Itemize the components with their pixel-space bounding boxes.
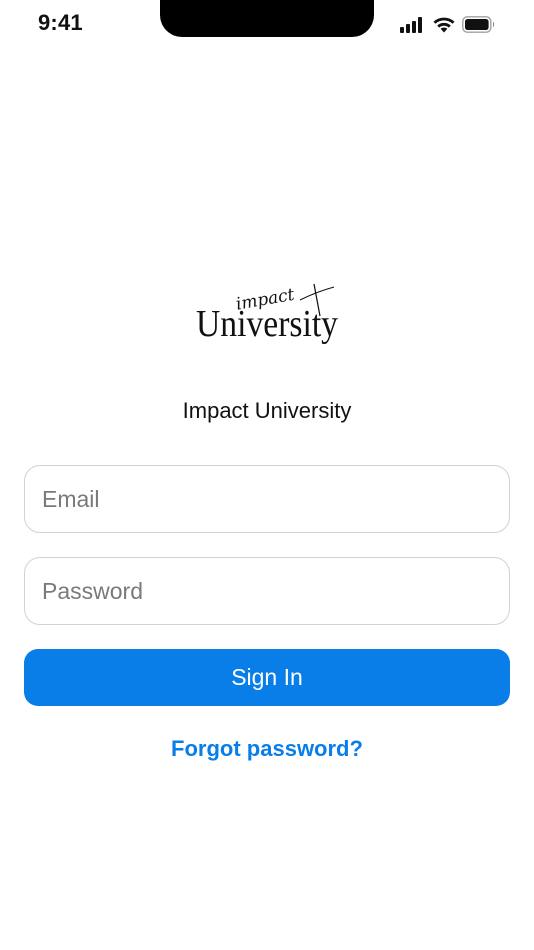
forgot-password-link[interactable]: Forgot password? xyxy=(0,736,534,762)
password-field[interactable] xyxy=(24,557,510,625)
password-input[interactable] xyxy=(25,558,509,624)
login-screen: 9:41 impact University Impact University… xyxy=(0,0,534,950)
status-icons xyxy=(400,16,496,33)
brand-title: Impact University xyxy=(182,398,352,423)
university-logo: impact University xyxy=(188,278,346,350)
status-time: 9:41 xyxy=(38,10,83,35)
battery-icon xyxy=(462,16,496,33)
wifi-icon xyxy=(432,16,456,33)
logo-serif-text: University xyxy=(196,303,338,345)
email-field[interactable] xyxy=(24,465,510,533)
device-notch xyxy=(160,0,374,37)
sign-in-button[interactable]: Sign In xyxy=(24,649,510,706)
email-input[interactable] xyxy=(25,466,509,532)
signal-icon xyxy=(400,16,426,33)
